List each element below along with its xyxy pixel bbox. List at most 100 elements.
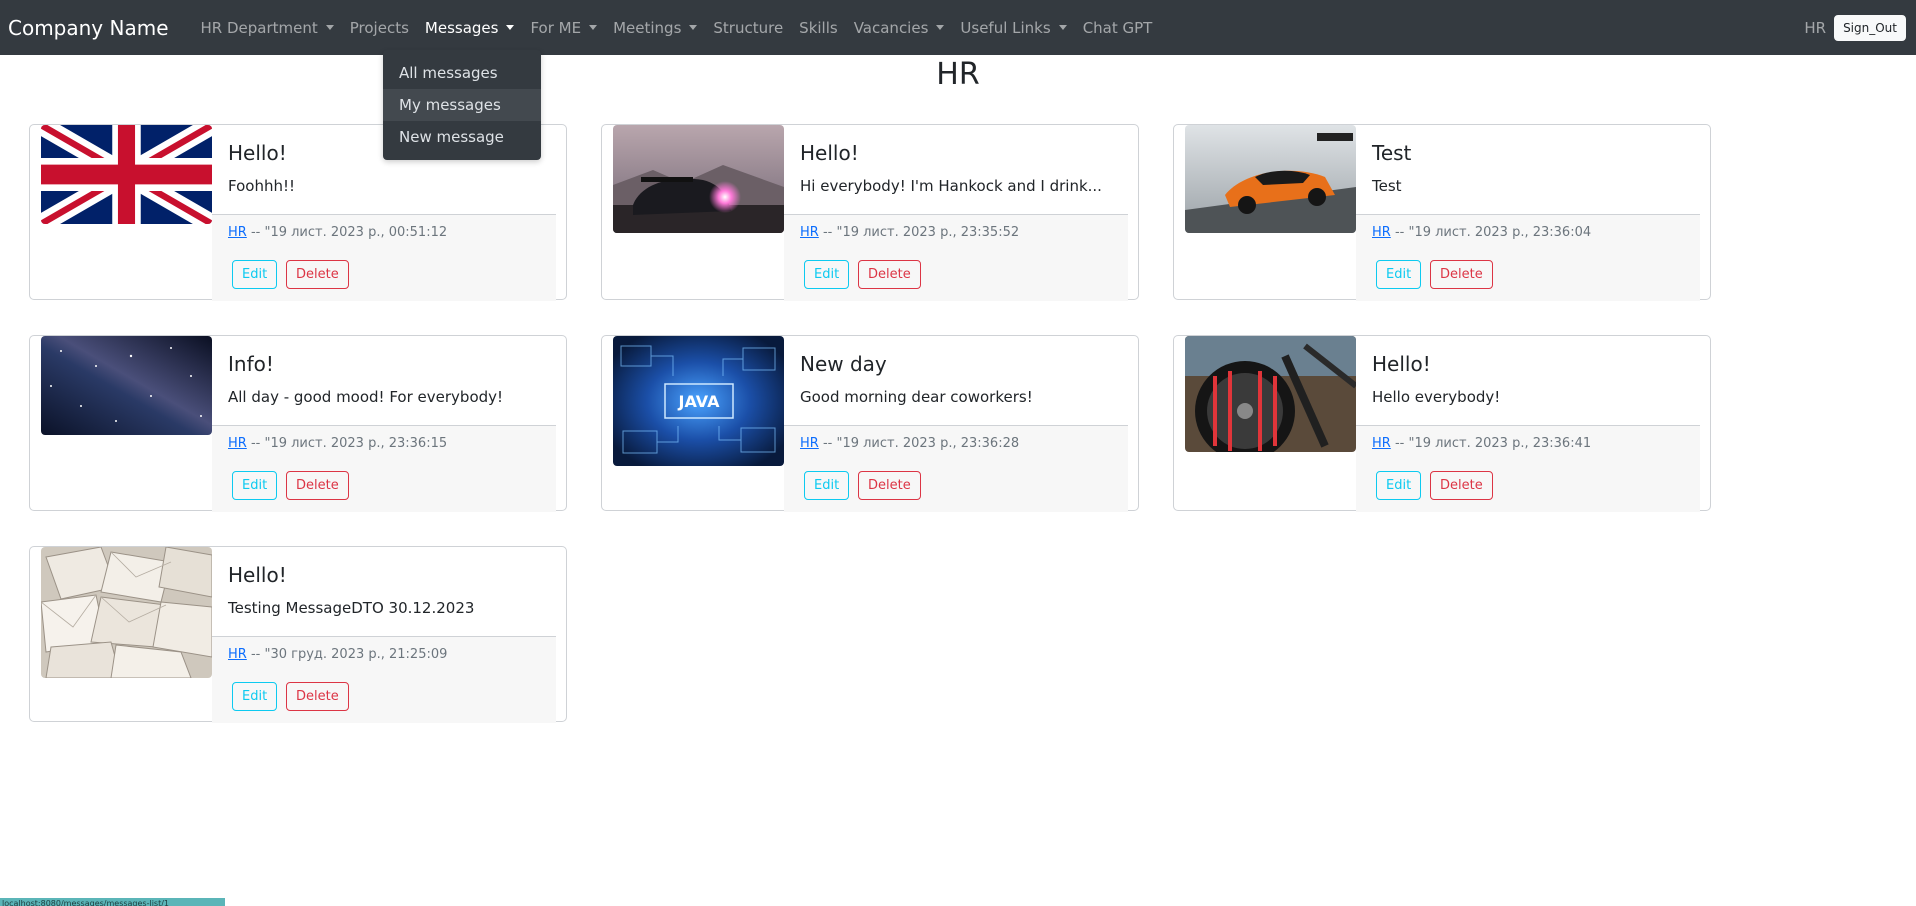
card-date: -- "19 лист. 2023 р., 23:35:52 xyxy=(822,225,1020,240)
nav-chat-gpt[interactable]: Chat GPT xyxy=(1075,0,1161,55)
card-date: -- "19 лист. 2023 р., 23:36:04 xyxy=(1394,225,1592,240)
nav-skills[interactable]: Skills xyxy=(791,0,846,55)
message-card: JAVA New day Good morning dear coworkers… xyxy=(601,335,1139,512)
delete-button[interactable]: Delete xyxy=(286,682,349,711)
card-text: Testing MessageDTO 30.12.2023 xyxy=(228,599,475,617)
nav-hr-department[interactable]: HR Department xyxy=(193,0,342,55)
nav-vacancies[interactable]: Vacancies xyxy=(846,0,953,55)
delete-button[interactable]: Delete xyxy=(858,260,921,289)
card-meta: HR -- "19 лист. 2023 р., 23:36:28 xyxy=(800,436,1019,451)
messages-dropdown-menu: All messages My messages New message xyxy=(383,50,541,160)
card-footer: HR -- "19 лист. 2023 р., 23:36:41 Edit D… xyxy=(1356,425,1700,512)
edit-button[interactable]: Edit xyxy=(1376,260,1422,289)
brand-link[interactable]: Company Name xyxy=(8,16,169,40)
card-meta: HR -- "19 лист. 2023 р., 23:35:52 xyxy=(800,225,1019,240)
nav-projects[interactable]: Projects xyxy=(342,0,417,55)
edit-button[interactable]: Edit xyxy=(232,682,278,711)
author-link[interactable]: HR xyxy=(1372,225,1391,240)
edit-button[interactable]: Edit xyxy=(804,260,850,289)
java-circuit-image: JAVA xyxy=(613,336,784,466)
menu-item-my-messages[interactable]: My messages xyxy=(383,89,541,121)
caret-down-icon xyxy=(589,25,598,30)
card-date: -- "19 лист. 2023 р., 00:51:12 xyxy=(250,225,448,240)
nav-useful-links[interactable]: Useful Links xyxy=(952,0,1074,55)
card-body: New day Good morning dear coworkers! HR … xyxy=(784,336,1128,512)
card-title: Hello! xyxy=(800,141,859,165)
java-logo-text: JAVA xyxy=(678,392,721,411)
author-link[interactable]: HR xyxy=(228,436,247,451)
user-area: HR Sign_Out xyxy=(1804,0,1906,55)
author-link[interactable]: HR xyxy=(800,225,819,240)
edit-button[interactable]: Edit xyxy=(232,260,278,289)
delete-button[interactable]: Delete xyxy=(858,471,921,500)
card-title: New day xyxy=(800,352,887,376)
card-date: -- "19 лист. 2023 р., 23:36:15 xyxy=(250,436,448,451)
nav-structure[interactable]: Structure xyxy=(705,0,791,55)
nav-meetings-label: Meetings xyxy=(613,18,682,37)
card-meta: HR -- "19 лист. 2023 р., 23:36:04 xyxy=(1372,225,1591,240)
current-user-name: HR xyxy=(1804,18,1827,37)
edit-button[interactable]: Edit xyxy=(1376,471,1422,500)
card-footer: HR -- "19 лист. 2023 р., 00:51:12 Edit D… xyxy=(212,214,556,301)
card-text: Hello everybody! xyxy=(1372,388,1501,406)
message-card: Hello! Hello everybody! HR -- "19 лист. … xyxy=(1173,335,1711,512)
menu-item-new-message[interactable]: New message xyxy=(383,121,541,153)
card-footer: HR -- "19 лист. 2023 р., 23:36:04 Edit D… xyxy=(1356,214,1700,301)
nav-messages-label: Messages xyxy=(424,18,499,37)
card-title: Info! xyxy=(228,352,274,376)
nav-meetings[interactable]: Meetings xyxy=(605,0,705,55)
card-footer: HR -- "19 лист. 2023 р., 23:36:15 Edit D… xyxy=(212,425,556,512)
message-card: Hello! Hi everybody! I'm Hankock and I d… xyxy=(601,124,1139,301)
edit-button[interactable]: Edit xyxy=(232,471,278,500)
nav-chat-gpt-label: Chat GPT xyxy=(1082,18,1153,37)
card-date: -- "19 лист. 2023 р., 23:36:41 xyxy=(1394,436,1592,451)
sign-out-button[interactable]: Sign_Out xyxy=(1834,14,1906,41)
nav-for-me[interactable]: For ME xyxy=(522,0,605,55)
nav-hr-department-label: HR Department xyxy=(200,18,318,37)
author-link[interactable]: HR xyxy=(228,647,247,662)
card-footer: HR -- "30 груд. 2023 р., 21:25:09 Edit D… xyxy=(212,636,556,723)
delete-button[interactable]: Delete xyxy=(1430,471,1493,500)
author-link[interactable]: HR xyxy=(800,436,819,451)
message-card: Hello! Testing MessageDTO 30.12.2023 HR … xyxy=(29,546,567,723)
delete-button[interactable]: Delete xyxy=(1430,260,1493,289)
card-date: -- "19 лист. 2023 р., 23:36:28 xyxy=(822,436,1020,451)
card-text: Good morning dear coworkers! xyxy=(800,388,1033,406)
card-text: All day - good mood! For everybody! xyxy=(228,388,504,406)
nav-useful-links-label: Useful Links xyxy=(960,18,1051,37)
delete-button[interactable]: Delete xyxy=(286,260,349,289)
card-title: Hello! xyxy=(1372,352,1431,376)
orange-supercar-image xyxy=(1185,125,1356,233)
card-body: Hello! Hi everybody! I'm Hankock and I d… xyxy=(784,125,1128,301)
card-title: Test xyxy=(1372,141,1412,165)
card-text: Hi everybody! I'm Hankock and I drink... xyxy=(800,177,1102,195)
page-title: HR xyxy=(936,57,980,92)
card-body: Hello! Hello everybody! HR -- "19 лист. … xyxy=(1356,336,1700,512)
uk-flag-image xyxy=(41,125,212,224)
card-body: Hello! Testing MessageDTO 30.12.2023 HR … xyxy=(212,547,556,723)
author-link[interactable]: HR xyxy=(228,225,247,240)
message-card: Test Test HR -- "19 лист. 2023 р., 23:36… xyxy=(1173,124,1711,301)
card-meta: HR -- "19 лист. 2023 р., 23:36:41 xyxy=(1372,436,1591,451)
nav-messages[interactable]: Messages xyxy=(417,0,523,55)
card-footer: HR -- "19 лист. 2023 р., 23:36:28 Edit D… xyxy=(784,425,1128,512)
card-meta: HR -- "19 лист. 2023 р., 00:51:12 xyxy=(228,225,447,240)
nav-structure-label: Structure xyxy=(713,18,784,37)
nav-skills-label: Skills xyxy=(799,18,838,37)
caret-down-icon xyxy=(936,25,945,30)
main-nav: HR Department Projects Messages For ME M… xyxy=(193,0,1161,55)
menu-item-all-messages[interactable]: All messages xyxy=(383,57,541,89)
author-link[interactable]: HR xyxy=(1372,436,1391,451)
card-date: -- "30 груд. 2023 р., 21:25:09 xyxy=(250,647,448,662)
card-title: Hello! xyxy=(228,563,287,587)
caret-down-icon xyxy=(689,25,698,30)
message-card: Info! All day - good mood! For everybody… xyxy=(29,335,567,512)
card-body: Test Test HR -- "19 лист. 2023 р., 23:36… xyxy=(1356,125,1700,301)
card-text: Test xyxy=(1372,177,1402,195)
edit-button[interactable]: Edit xyxy=(804,471,850,500)
envelopes-image xyxy=(41,547,212,678)
race-car-image xyxy=(613,125,784,233)
delete-button[interactable]: Delete xyxy=(286,471,349,500)
card-body: Info! All day - good mood! For everybody… xyxy=(212,336,556,512)
status-url-bar: localhost:8080/messages/messages-list/1 xyxy=(0,898,225,906)
